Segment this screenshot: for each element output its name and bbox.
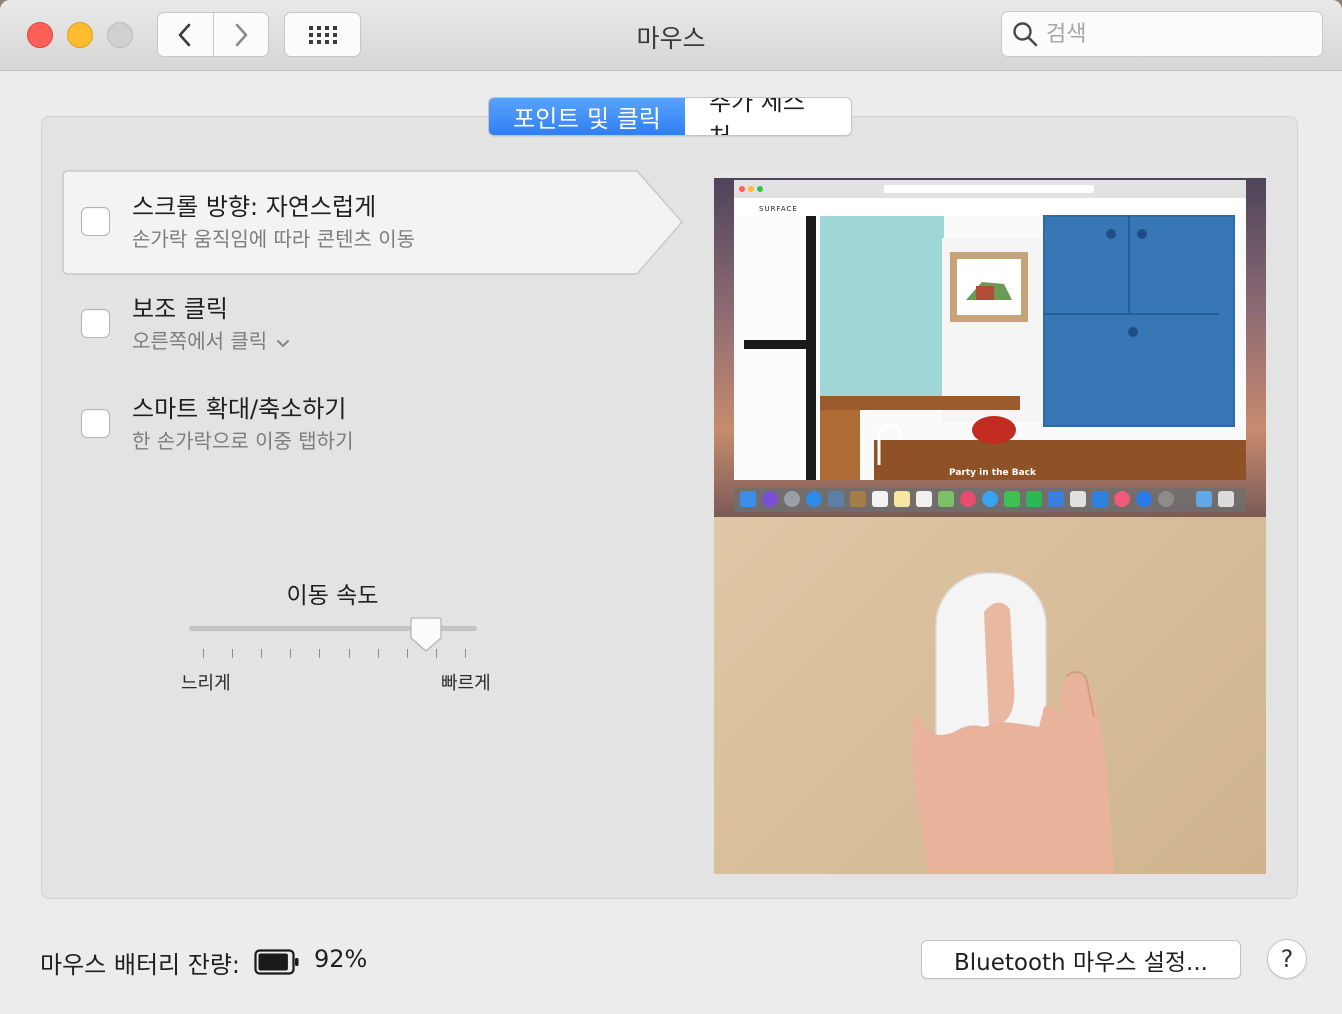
speed-fast-label: 빠르게 [441,673,491,694]
gesture-preview-video: SURFACE Party in the Back [714,170,1266,874]
tracking-speed-title: 이동 속도 [286,583,379,609]
slider-tick [465,649,466,658]
option-smart-zoom[interactable]: 스마트 확대/축소하기 한 손가락으로 이중 탭하기 [62,372,662,476]
slider-tick [348,649,350,658]
dropdown-value: 오른쪽에서 클릭 [132,329,268,353]
tab-point-and-click[interactable]: 포인트 및 클릭 [489,98,685,135]
tab-group: 포인트 및 클릭 추가 제스처 [488,97,852,136]
preview-site-title: SURFACE [759,205,798,213]
option-scroll-direction[interactable]: 스크롤 방향: 자연스럽게 손가락 움직임에 따라 콘텐츠 이동 [62,170,683,275]
secondary-click-dropdown[interactable]: 오른쪽에서 클릭 [132,325,291,355]
slider-tick [406,649,408,658]
slider-tick [261,649,263,658]
search-input[interactable] [1046,21,1306,47]
mouse-preferences-window: 마우스 포인트 및 클릭 추가 제스처 스크롤 방향: 자연스럽게 손가락 움직… [0,0,1342,1014]
scroll-direction-checkbox[interactable] [81,207,110,236]
option-title: 보조 클릭 [132,295,228,323]
preview-caption: Party in the Back [949,468,1037,478]
slider-tick [232,649,234,658]
slider-tick [290,649,292,658]
preview-desk [714,517,1266,874]
slider-tick [203,649,204,658]
slider-tick [435,649,437,658]
battery-icon [254,949,300,979]
secondary-click-checkbox[interactable] [81,309,110,338]
help-button[interactable]: ? [1267,939,1307,979]
option-title: 스크롤 방향: 자연스럽게 [132,193,377,221]
option-secondary-click[interactable]: 보조 클릭 오른쪽에서 클릭 [62,272,662,376]
slider-tick [377,649,379,658]
search-icon [1013,22,1038,47]
option-subtitle: 손가락 움직임에 따라 콘텐츠 이동 [132,227,416,251]
tab-more-gestures[interactable]: 추가 제스처 [685,98,851,135]
smart-zoom-checkbox[interactable] [81,409,110,438]
bluetooth-mouse-setup-button[interactable]: Bluetooth 마우스 설정... [921,940,1241,979]
option-subtitle: 한 손가락으로 이중 탭하기 [132,429,354,453]
option-title: 스마트 확대/축소하기 [132,395,347,423]
preview-screen: SURFACE Party in the Back [714,170,1266,517]
search-field[interactable] [1001,11,1323,57]
speed-slow-label: 느리게 [181,673,231,694]
battery-label: 마우스 배터리 잔량: [40,951,240,979]
slider-ticks [203,649,466,659]
battery-percent: 92% [314,945,368,973]
slider-tick [319,649,321,658]
title-bar: 마우스 [0,0,1342,71]
chevron-down-icon [275,331,291,355]
